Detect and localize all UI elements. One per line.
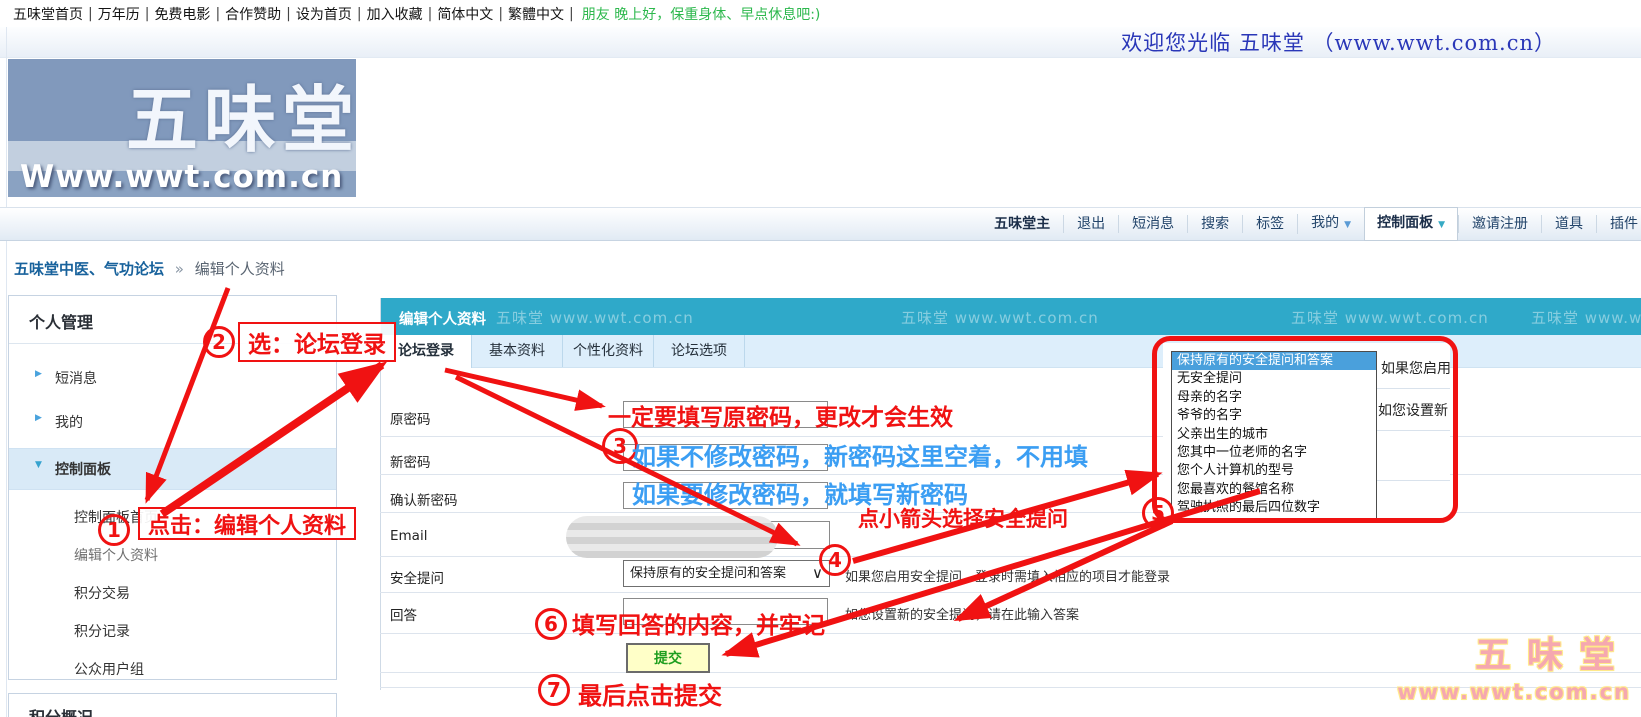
breadcrumb-current: 编辑个人资料 bbox=[195, 260, 285, 278]
welcome-banner: 欢迎您光临 五味堂 （www.wwt.com.cn） bbox=[0, 27, 1641, 58]
top-link-sponsor[interactable]: 合作赞助 bbox=[225, 4, 281, 24]
panel-header: 编辑个人资料 五味堂 www.wwt.com.cn 五味堂 www.wwt.co… bbox=[381, 298, 1641, 335]
row-divider bbox=[380, 633, 1641, 634]
top-link-simplified-chinese[interactable]: 简体中文 bbox=[437, 4, 493, 24]
annotation-highlight-box bbox=[1152, 336, 1458, 523]
nav-item-messages[interactable]: 短消息 bbox=[1118, 215, 1187, 233]
annotation-step-2-circle: 2 bbox=[203, 326, 235, 358]
answer-help: 如您设置新的安全提问，请在此输入答案 bbox=[845, 604, 1079, 623]
row-divider bbox=[380, 592, 1641, 593]
annotation-step-1-box: 点击：编辑个人资料 bbox=[138, 507, 356, 540]
sidebar-item-mine[interactable]: ▶ 我的 bbox=[9, 402, 336, 442]
separator: | bbox=[428, 6, 433, 22]
separator: | bbox=[498, 6, 503, 22]
top-link-calendar[interactable]: 万年历 bbox=[98, 4, 140, 24]
annotation-step-3-text: 一定要填写原密码，更改才会生效 bbox=[608, 398, 953, 432]
nav-item-logout[interactable]: 退出 bbox=[1063, 215, 1118, 233]
header-watermark: 五味堂 www.wwt.com.cn bbox=[496, 307, 694, 328]
logo-url-text: Www.wwt.com.cn bbox=[20, 159, 343, 195]
chevron-right-icon: ▶ bbox=[35, 413, 42, 423]
separator: | bbox=[569, 6, 574, 22]
nav-item-mine[interactable]: 我的▼ bbox=[1297, 214, 1364, 234]
row-divider bbox=[380, 672, 1641, 673]
nav-item-control-panel[interactable]: 控制面板▼ bbox=[1364, 207, 1458, 241]
breadcrumb-separator: » bbox=[175, 260, 184, 278]
separator: | bbox=[215, 6, 220, 22]
sidebar-item-messages[interactable]: ▶ 短消息 bbox=[9, 358, 336, 398]
annotation-step-4-circle: 4 bbox=[819, 544, 851, 576]
annotation-step-6-text: 填写回答的内容，并牢记 bbox=[572, 606, 825, 640]
top-link-home[interactable]: 五味堂首页 bbox=[13, 4, 83, 24]
chevron-down-icon: ▼ bbox=[1344, 220, 1351, 230]
annotation-step-7-circle: 7 bbox=[538, 674, 570, 706]
annotation-step-2-box: 选：论坛登录 bbox=[238, 322, 396, 362]
sidebar-subitem-credit-log[interactable]: 积分记录 bbox=[9, 612, 336, 650]
sidebar2-header: 积分概况 bbox=[9, 694, 336, 717]
user-nav-items: 五味堂主 退出 短消息 搜索 标签 我的▼ 控制面板▼ 邀请注册 道具 插件 bbox=[981, 208, 1641, 240]
label-new-password: 新密码 bbox=[390, 451, 431, 471]
welcome-text: 欢迎您光临 五味堂 （www.wwt.com.cn） bbox=[1121, 27, 1556, 57]
greeting-text: 朋友 晚上好，保重身体、早点休息吧:) bbox=[582, 4, 821, 24]
security-question-selected-value: 保持原有的安全提问和答案 bbox=[630, 566, 786, 581]
sidebar-subitem-public-groups[interactable]: 公众用户组 bbox=[9, 650, 336, 688]
annotation-step-5-circle: 5 bbox=[1142, 497, 1174, 529]
logo-seal-text: 五味堂 bbox=[126, 61, 356, 166]
nav-item-search[interactable]: 搜索 bbox=[1187, 215, 1242, 233]
top-link-bookmark[interactable]: 加入收藏 bbox=[367, 4, 423, 24]
label-confirm-password: 确认新密码 bbox=[390, 489, 458, 509]
label-email: Email bbox=[390, 528, 427, 544]
tab-basic-profile[interactable]: 基本资料 bbox=[472, 335, 563, 367]
header-watermark: 五味堂 www.wwt.com.cn bbox=[901, 307, 1099, 328]
annotation-step-7-text: 最后点击提交 bbox=[578, 676, 722, 711]
label-answer: 回答 bbox=[390, 604, 417, 624]
separator: | bbox=[357, 6, 362, 22]
page: 五味堂首页| 万年历| 免费电影| 合作赞助| 设为首页| 加入收藏| 简体中文… bbox=[0, 0, 1641, 717]
separator: | bbox=[286, 6, 291, 22]
nav-item-tags[interactable]: 标签 bbox=[1242, 215, 1297, 233]
user-nav-bar: 五味堂主 退出 短消息 搜索 标签 我的▼ 控制面板▼ 邀请注册 道具 插件 bbox=[0, 207, 1641, 241]
site-logo[interactable]: 五味堂 Www.wwt.com.cn bbox=[8, 59, 356, 197]
nav-item-username[interactable]: 五味堂主 bbox=[981, 215, 1063, 233]
tab-forum-options[interactable]: 论坛选项 bbox=[654, 335, 745, 367]
chevron-down-icon: ▼ bbox=[35, 460, 42, 470]
security-question-select[interactable]: 保持原有的安全提问和答案 ∨ bbox=[623, 560, 830, 587]
top-link-set-homepage[interactable]: 设为首页 bbox=[296, 4, 352, 24]
sidebar-subitem-credit-trade[interactable]: 积分交易 bbox=[9, 574, 336, 612]
submit-button[interactable]: 提交 bbox=[626, 643, 710, 673]
header-watermark: 五味堂 www.wwt.com.cn bbox=[1291, 307, 1489, 328]
top-link-traditional-chinese[interactable]: 繁體中文 bbox=[508, 4, 564, 24]
separator: | bbox=[88, 6, 93, 22]
separator: | bbox=[145, 6, 150, 22]
sidebar-subitem-edit-profile[interactable]: 编辑个人资料 bbox=[9, 536, 336, 574]
top-link-movies[interactable]: 免费电影 bbox=[154, 4, 210, 24]
sidebar-credit-overview: 积分概况 bbox=[8, 693, 337, 717]
breadcrumb-forum-link[interactable]: 五味堂中医、气功论坛 bbox=[14, 260, 164, 278]
annotation-step-1-circle: 1 bbox=[98, 514, 130, 546]
chevron-right-icon: ▶ bbox=[35, 369, 42, 379]
row-divider bbox=[380, 556, 1641, 557]
tab-personalized-profile[interactable]: 个性化资料 bbox=[563, 335, 654, 367]
label-security-question: 安全提问 bbox=[390, 567, 444, 587]
sidebar-item-control-panel[interactable]: ▼ 控制面板 bbox=[9, 448, 336, 490]
top-link-bar: 五味堂首页| 万年历| 免费电影| 合作赞助| 设为首页| 加入收藏| 简体中文… bbox=[0, 0, 1641, 27]
nav-item-props[interactable]: 道具 bbox=[1541, 215, 1596, 233]
annotation-blue-line1: 如果不修改密码，新密码这里空着，不用填 bbox=[632, 437, 1088, 472]
email-privacy-blur bbox=[566, 516, 778, 558]
chevron-down-icon: ▼ bbox=[1438, 220, 1445, 230]
security-question-help: 如果您启用安全提问，登录时需填入相应的项目才能登录 bbox=[845, 566, 1170, 585]
annotation-blue-line2: 如果要修改密码，就填写新密码 bbox=[632, 475, 968, 510]
panel-title: 编辑个人资料 bbox=[399, 308, 486, 329]
annotation-step-6-circle: 6 bbox=[535, 608, 567, 640]
header-watermark: 五味堂 www.wwt.com.cn bbox=[1531, 307, 1641, 328]
nav-item-plugins[interactable]: 插件 bbox=[1596, 215, 1641, 233]
nav-item-invite[interactable]: 邀请注册 bbox=[1458, 215, 1541, 233]
page-border bbox=[6, 27, 7, 717]
breadcrumb: 五味堂中医、气功论坛 » 编辑个人资料 bbox=[14, 258, 285, 279]
label-old-password: 原密码 bbox=[390, 408, 431, 428]
